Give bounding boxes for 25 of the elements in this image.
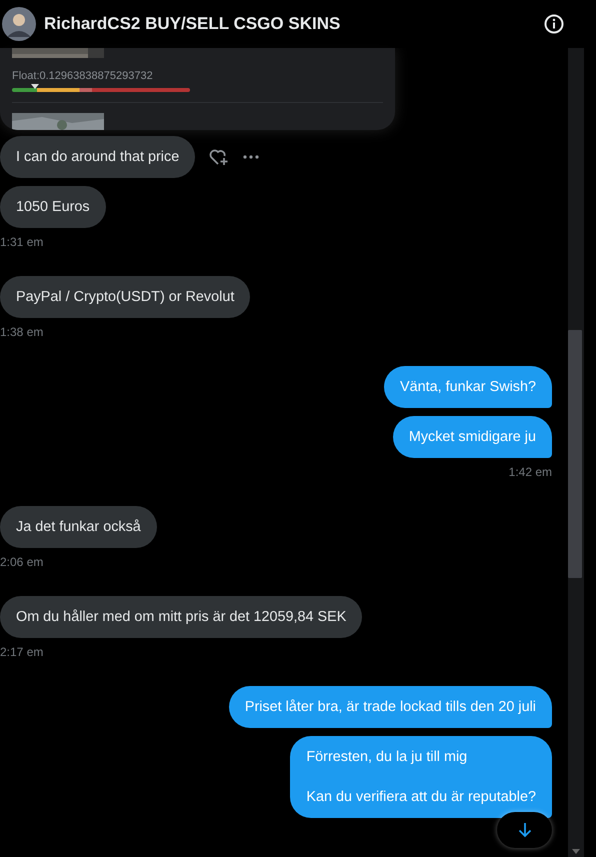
message-bubble: Ja det funkar också (0, 506, 157, 548)
message-bubble: Mycket smidigare ju (392, 416, 552, 458)
message-time: 2:17 em (0, 645, 44, 659)
scrollbar-thumb[interactable] (568, 330, 582, 578)
avatar[interactable] (2, 7, 36, 41)
message-bubble: Priset låter bra, är trade lockad tills den 20 juli (228, 686, 552, 728)
message-bubble: Förresten, du la ju till mig Kan du verifiera att du är reputable? (290, 736, 552, 818)
message-bubble: PayPal / Crypto(USDT) or Revolut (0, 276, 250, 318)
message-time: 1:42 em (508, 465, 552, 479)
chat-title: RichardCS2 BUY/SELL CSGO SKINS (44, 14, 342, 34)
message-bubble: Om du håller med om mitt pris är det 12059,84 SEK (0, 596, 362, 638)
info-icon[interactable] (544, 14, 564, 34)
scrollbar-track[interactable] (568, 48, 584, 857)
message-time: 2:06 em (0, 555, 44, 569)
message-bubble: Vänta, funkar Swish? (384, 366, 552, 408)
more-icon[interactable] (243, 155, 260, 159)
message-time: 1:38 em (0, 325, 44, 339)
add-reaction-icon[interactable] (209, 148, 230, 166)
down-arrow-icon (518, 822, 532, 838)
scroll-to-bottom-button[interactable] (497, 812, 552, 848)
message-bubble: I can do around that price (0, 136, 196, 178)
scroll-down-arrow-icon[interactable] (572, 849, 580, 854)
message-time: 1:31 em (0, 235, 44, 249)
message-bubble: 1050 Euros (0, 186, 106, 228)
float-value: Float:0.12963838875293732 (12, 70, 154, 82)
